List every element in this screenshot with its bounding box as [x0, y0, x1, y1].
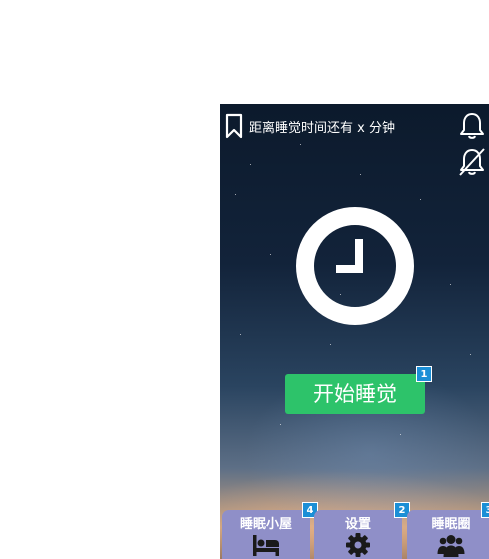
tab-settings[interactable]: 设置 2: [314, 502, 410, 559]
start-button-badge: 1: [416, 366, 432, 382]
tab-label: 睡眠圈: [431, 517, 471, 532]
start-sleep-button[interactable]: 开始睡觉: [285, 374, 425, 414]
bell-icon[interactable]: [458, 111, 486, 141]
bell-off-icon[interactable]: [458, 147, 486, 177]
bed-icon: [253, 535, 279, 556]
tab-badge: 3: [481, 502, 489, 518]
sleep-app-screen: 距离睡觉时间还有 x 分钟 开始睡觉 1 睡眠小屋 4 设置 2 睡眠圈: [220, 104, 489, 559]
tab-label: 设置: [344, 517, 371, 532]
tab-sleep-circle[interactable]: 睡眠圈 3: [407, 502, 489, 559]
tab-label: 睡眠小屋: [239, 517, 292, 532]
page: 距离睡觉时间还有 x 分钟 开始睡觉 1 睡眠小屋 4 设置 2 睡眠圈: [0, 0, 489, 559]
clock-icon: [296, 207, 414, 325]
tab-sleep-house[interactable]: 睡眠小屋 4: [222, 502, 318, 559]
sleep-countdown-text: 距离睡觉时间还有 x 分钟: [249, 121, 395, 136]
gear-icon: [346, 533, 370, 557]
bookmark-icon[interactable]: [225, 113, 243, 139]
users-icon: [437, 535, 465, 557]
